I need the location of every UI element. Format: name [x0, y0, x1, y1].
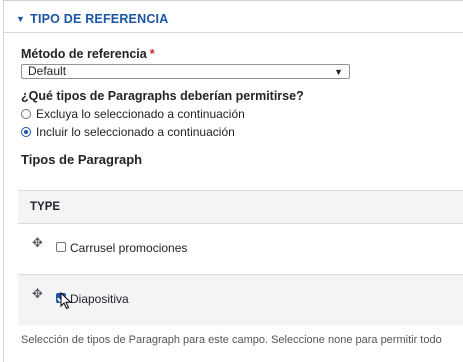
radio-include-label: Incluir lo seleccionado a continuación — [36, 125, 235, 139]
section-toggle[interactable]: ▼ TIPO DE REFERENCIA — [16, 12, 168, 26]
required-asterisk: * — [149, 47, 155, 61]
table-row: ✥ Carrusel promociones — [18, 224, 463, 275]
radio-option-include[interactable]: Incluir lo seleccionado a continuación — [21, 125, 235, 139]
drag-handle-icon[interactable]: ✥ — [32, 287, 43, 300]
radio-exclude[interactable] — [21, 109, 31, 119]
radio-exclude-label: Excluya lo seleccionado a continuación — [36, 107, 245, 121]
help-text: Selección de tipos de Paragraph para est… — [21, 334, 442, 346]
row-label-carrusel-promociones: Carrusel promociones — [70, 241, 188, 255]
paragraph-types-title: Tipos de Paragraph — [21, 152, 143, 167]
allowed-types-question: ¿Qué tipos de Paragraphs deberían permit… — [21, 89, 304, 103]
reference-method-select[interactable]: Default ▼ — [21, 64, 350, 79]
paragraph-types-table: TYPE ✥ Carrusel promociones ✥ Diapositiv… — [18, 190, 463, 326]
table-header: TYPE — [18, 191, 463, 224]
radio-include[interactable] — [21, 127, 31, 137]
reference-method-selected-value: Default — [28, 64, 67, 78]
table-row: ✥ Diapositiva — [18, 275, 463, 325]
reference-method-label-text: Método de referencia — [21, 47, 147, 61]
drag-handle-icon[interactable]: ✥ — [32, 236, 43, 249]
chevron-down-icon: ▼ — [334, 67, 343, 77]
section-divider — [4, 32, 463, 33]
collapse-triangle-icon: ▼ — [16, 14, 26, 24]
reference-method-label: Método de referencia * — [21, 47, 155, 61]
row-label-diapositiva: Diapositiva — [70, 292, 129, 306]
mouse-pointer-icon — [60, 292, 72, 310]
type-column-header: TYPE — [30, 201, 61, 213]
radio-option-exclude[interactable]: Excluya lo seleccionado a continuación — [21, 107, 245, 121]
checkbox-carrusel-promociones[interactable] — [56, 242, 66, 252]
section-title: TIPO DE REFERENCIA — [30, 12, 169, 26]
